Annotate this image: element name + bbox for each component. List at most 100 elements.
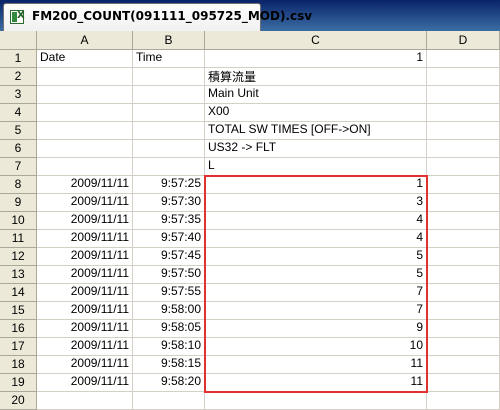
row-header-6[interactable]: 6 (0, 140, 37, 158)
cell-c13[interactable]: 5 (205, 266, 427, 284)
cell-c3[interactable]: Main Unit (205, 86, 427, 104)
cell-b4[interactable] (133, 104, 205, 122)
cell-a9[interactable]: 2009/11/11 (37, 194, 133, 212)
row-header-7[interactable]: 7 (0, 158, 37, 176)
row-header-15[interactable]: 15 (0, 302, 37, 320)
cell-d7[interactable] (427, 158, 500, 176)
cell-d14[interactable] (427, 284, 500, 302)
cell-c2[interactable]: 積算流量 (205, 68, 427, 86)
cell-b1[interactable]: Time (133, 50, 205, 68)
cell-b7[interactable] (133, 158, 205, 176)
cell-d19[interactable] (427, 374, 500, 392)
cell-c5[interactable]: TOTAL SW TIMES [OFF->ON] (205, 122, 427, 140)
cell-d10[interactable] (427, 212, 500, 230)
row-header-18[interactable]: 18 (0, 356, 37, 374)
cell-a4[interactable] (37, 104, 133, 122)
cell-b9[interactable]: 9:57:30 (133, 194, 205, 212)
column-header-a[interactable]: A (37, 31, 133, 50)
cell-b13[interactable]: 9:57:50 (133, 266, 205, 284)
cell-d8[interactable] (427, 176, 500, 194)
cell-c10[interactable]: 4 (205, 212, 427, 230)
cell-a12[interactable]: 2009/11/11 (37, 248, 133, 266)
cell-c11[interactable]: 4 (205, 230, 427, 248)
cell-b14[interactable]: 9:57:55 (133, 284, 205, 302)
row-header-2[interactable]: 2 (0, 68, 37, 86)
cell-d2[interactable] (427, 68, 500, 86)
cell-d13[interactable] (427, 266, 500, 284)
cell-c16[interactable]: 9 (205, 320, 427, 338)
column-header-d[interactable]: D (427, 31, 500, 50)
row-header-13[interactable]: 13 (0, 266, 37, 284)
cell-d20[interactable] (427, 392, 500, 410)
row-header-5[interactable]: 5 (0, 122, 37, 140)
cell-a18[interactable]: 2009/11/11 (37, 356, 133, 374)
cell-b11[interactable]: 9:57:40 (133, 230, 205, 248)
cell-a19[interactable]: 2009/11/11 (37, 374, 133, 392)
cell-c17[interactable]: 10 (205, 338, 427, 356)
row-header-11[interactable]: 11 (0, 230, 37, 248)
cell-c12[interactable]: 5 (205, 248, 427, 266)
cell-b5[interactable] (133, 122, 205, 140)
cell-a5[interactable] (37, 122, 133, 140)
cell-b17[interactable]: 9:58:10 (133, 338, 205, 356)
row-header-8[interactable]: 8 (0, 176, 37, 194)
cell-a15[interactable]: 2009/11/11 (37, 302, 133, 320)
cell-b16[interactable]: 9:58:05 (133, 320, 205, 338)
row-header-1[interactable]: 1 (0, 50, 37, 68)
column-header-b[interactable]: B (133, 31, 205, 50)
cell-a2[interactable] (37, 68, 133, 86)
workbook-tab[interactable]: X FM200_COUNT(091111_095725_MOD).csv (3, 3, 312, 31)
cell-b3[interactable] (133, 86, 205, 104)
cell-b12[interactable]: 9:57:45 (133, 248, 205, 266)
cell-d1[interactable] (427, 50, 500, 68)
cell-d6[interactable] (427, 140, 500, 158)
row-header-19[interactable]: 19 (0, 374, 37, 392)
row-header-10[interactable]: 10 (0, 212, 37, 230)
cell-d11[interactable] (427, 230, 500, 248)
row-header-12[interactable]: 12 (0, 248, 37, 266)
cell-a1[interactable]: Date (37, 50, 133, 68)
cell-a3[interactable] (37, 86, 133, 104)
cell-c14[interactable]: 7 (205, 284, 427, 302)
cell-a7[interactable] (37, 158, 133, 176)
cell-d3[interactable] (427, 86, 500, 104)
spreadsheet-grid[interactable]: A B C D 1 Date Time 1 2 積算流量 3 Main Unit 4 X00 5 TOTAL … (0, 31, 500, 410)
cell-a17[interactable]: 2009/11/11 (37, 338, 133, 356)
cell-d9[interactable] (427, 194, 500, 212)
cell-a11[interactable]: 2009/11/11 (37, 230, 133, 248)
cell-a13[interactable]: 2009/11/11 (37, 266, 133, 284)
column-header-c[interactable]: C (205, 31, 427, 50)
cell-c4[interactable]: X00 (205, 104, 427, 122)
cell-a14[interactable]: 2009/11/11 (37, 284, 133, 302)
cell-c1[interactable]: 1 (205, 50, 427, 68)
cell-b18[interactable]: 9:58:15 (133, 356, 205, 374)
row-header-16[interactable]: 16 (0, 320, 37, 338)
cell-a6[interactable] (37, 140, 133, 158)
cell-b8[interactable]: 9:57:25 (133, 176, 205, 194)
cell-d5[interactable] (427, 122, 500, 140)
select-all-corner[interactable] (0, 31, 37, 50)
cell-a20[interactable] (37, 392, 133, 410)
cell-a16[interactable]: 2009/11/11 (37, 320, 133, 338)
cell-c19[interactable]: 11 (205, 374, 427, 392)
cell-c9[interactable]: 3 (205, 194, 427, 212)
cell-b19[interactable]: 9:58:20 (133, 374, 205, 392)
cell-b6[interactable] (133, 140, 205, 158)
cell-d18[interactable] (427, 356, 500, 374)
cell-b15[interactable]: 9:58:00 (133, 302, 205, 320)
row-header-3[interactable]: 3 (0, 86, 37, 104)
row-header-14[interactable]: 14 (0, 284, 37, 302)
cell-c6[interactable]: US32 -> FLT (205, 140, 427, 158)
cell-d16[interactable] (427, 320, 500, 338)
row-header-9[interactable]: 9 (0, 194, 37, 212)
row-header-17[interactable]: 17 (0, 338, 37, 356)
row-header-4[interactable]: 4 (0, 104, 37, 122)
cell-b2[interactable] (133, 68, 205, 86)
row-header-20[interactable]: 20 (0, 392, 37, 410)
cell-c18[interactable]: 11 (205, 356, 427, 374)
cell-c15[interactable]: 7 (205, 302, 427, 320)
cell-b10[interactable]: 9:57:35 (133, 212, 205, 230)
cell-c7[interactable]: L (205, 158, 427, 176)
cell-c20[interactable] (205, 392, 427, 410)
cell-a8[interactable]: 2009/11/11 (37, 176, 133, 194)
